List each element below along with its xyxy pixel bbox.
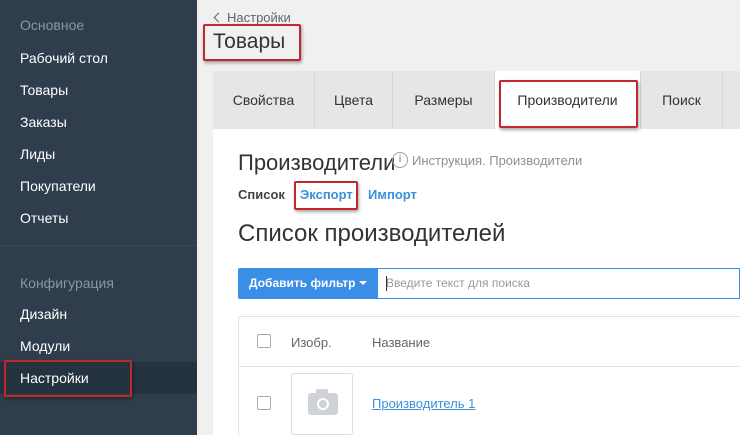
page-title: Товары [213, 30, 286, 53]
sidebar: Основное Рабочий стол Товары Заказы Лиды… [0, 0, 197, 435]
tab-properties[interactable]: Свойства [213, 71, 315, 129]
content-panel: Производители i Инструкция. Производител… [213, 129, 740, 435]
tab-manufacturers[interactable]: Производители [495, 71, 641, 129]
row-checkbox[interactable] [257, 396, 271, 410]
subnav-list[interactable]: Список [238, 187, 285, 202]
sidebar-item-modules[interactable]: Модули [0, 330, 197, 362]
tab-sizes[interactable]: Размеры [393, 71, 495, 129]
tab-search[interactable]: Поиск [641, 71, 723, 129]
tab-bar: Свойства Цвета Размеры Производители Пои… [213, 71, 740, 129]
table-row: Производитель 1 [239, 367, 740, 435]
sidebar-group-config: Конфигурация [20, 275, 114, 291]
manufacturers-table: Изобр. Название Производитель 1 [238, 316, 740, 435]
text-cursor [386, 276, 387, 291]
manufacturer-link[interactable]: Производитель 1 [372, 396, 475, 411]
select-all-checkbox[interactable] [257, 334, 271, 348]
list-title: Список производителей [238, 220, 506, 247]
instruction-label: Инструкция. Производители [412, 153, 583, 168]
chevron-left-icon [213, 12, 224, 23]
tab-colors[interactable]: Цвета [315, 71, 393, 129]
subnav-export[interactable]: Экспорт [300, 187, 353, 202]
add-filter-button[interactable]: Добавить фильтр [238, 268, 378, 299]
subnav-import[interactable]: Импорт [368, 187, 417, 202]
search-input[interactable]: Введите текст для поиска [378, 268, 740, 299]
sidebar-item-orders[interactable]: Заказы [0, 106, 197, 138]
caret-down-icon [359, 281, 368, 285]
sidebar-item-reports[interactable]: Отчеты [0, 202, 197, 234]
sidebar-item-design[interactable]: Дизайн [0, 298, 197, 330]
main-area: Настройки Товары Свойства Цвета Размеры … [197, 0, 740, 435]
sidebar-item-products[interactable]: Товары [0, 74, 197, 106]
sidebar-item-settings[interactable]: Настройки [0, 362, 197, 394]
column-header-image: Изобр. [291, 335, 332, 350]
add-filter-label: Добавить фильтр [249, 276, 356, 290]
instruction-link[interactable]: i Инструкция. Производители [392, 152, 583, 168]
info-icon: i [392, 152, 408, 168]
image-placeholder [291, 373, 353, 435]
sidebar-item-leads[interactable]: Лиды [0, 138, 197, 170]
camera-icon [308, 389, 338, 415]
sidebar-group-main: Основное [20, 17, 85, 33]
breadcrumb-back-link[interactable]: Настройки [213, 10, 291, 25]
section-title: Производители [238, 150, 396, 175]
table-header: Изобр. Название [239, 317, 740, 367]
search-placeholder: Введите текст для поиска [386, 276, 530, 290]
sidebar-item-customers[interactable]: Покупатели [0, 170, 197, 202]
column-header-name: Название [372, 335, 431, 350]
breadcrumb-label: Настройки [227, 10, 291, 25]
sidebar-divider [0, 245, 197, 246]
sidebar-item-dashboard[interactable]: Рабочий стол [0, 42, 197, 74]
